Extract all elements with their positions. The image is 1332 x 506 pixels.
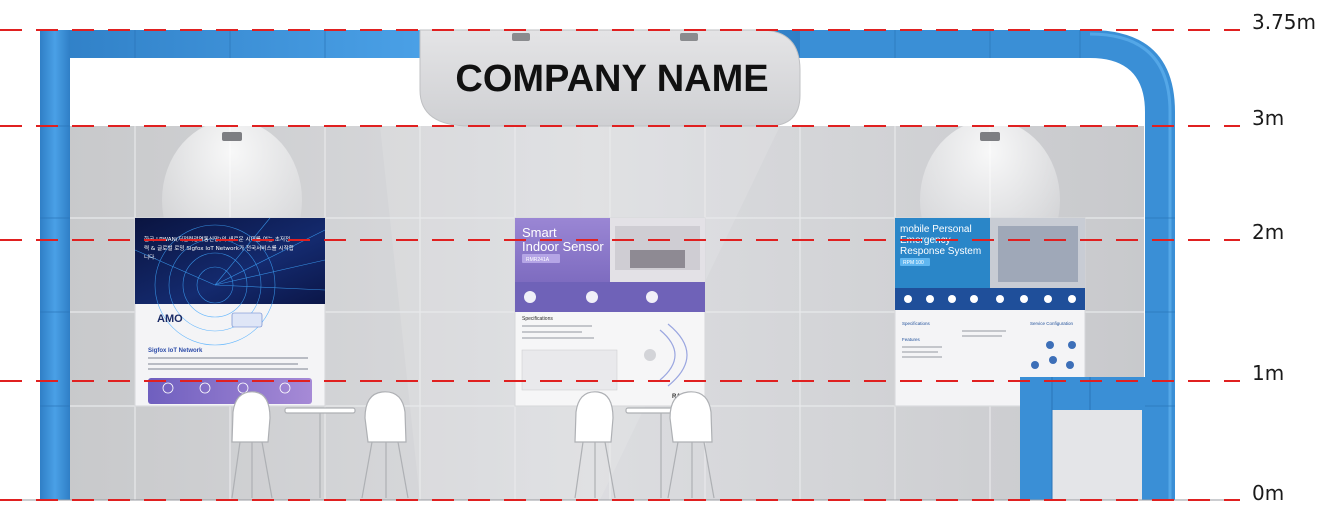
level-label-2m: 2m xyxy=(1252,220,1285,244)
level-label-3-75m: 3.75m xyxy=(1252,10,1317,34)
sigfox-logo xyxy=(231,312,263,328)
level-label-3m: 3m xyxy=(1252,106,1285,130)
booth-elevation-diagram: COMPANY NAME 한국 LPWAN(저전력광역통신망)의 새로운 시대를… xyxy=(0,29,1240,501)
poster-center-title-line1: Smart xyxy=(522,225,557,240)
poster-left-section-title: Sigfox IoT Network xyxy=(148,348,203,354)
company-name-text: COMPANY NAME xyxy=(455,58,768,100)
poster-center: Smart Indoor Sensor RMR241A Specificatio… xyxy=(514,217,706,407)
poster-center-title-line2: Indoor Sensor xyxy=(522,239,604,254)
poster-right-title-line1: mobile Personal xyxy=(900,224,972,235)
counter xyxy=(1020,377,1145,500)
spotlight-fixture xyxy=(680,33,698,41)
poster-right-title-line3: Response System xyxy=(900,246,981,257)
poster-center-section-title: Specifications xyxy=(522,316,553,322)
poster-center-model: RMR241A xyxy=(526,257,550,263)
poster-left: 한국 LPWAN(저전력광역통신망)의 새로운 시대를 여는 초저전력 & 글로… xyxy=(134,217,326,407)
poster-right-model: RPM 100 xyxy=(903,260,924,266)
company-sign: COMPANY NAME xyxy=(419,29,801,127)
level-label-1m: 1m xyxy=(1252,361,1285,385)
poster-right-section-config: Service Configuration xyxy=(1030,321,1074,326)
poster-right-section-specs: Specifications xyxy=(902,321,931,326)
spotlight-fixture xyxy=(512,33,530,41)
level-label-0m: 0m xyxy=(1252,481,1285,505)
poster-right-section-features: Features xyxy=(902,337,921,342)
poster-left-brand: AMO xyxy=(157,313,183,325)
